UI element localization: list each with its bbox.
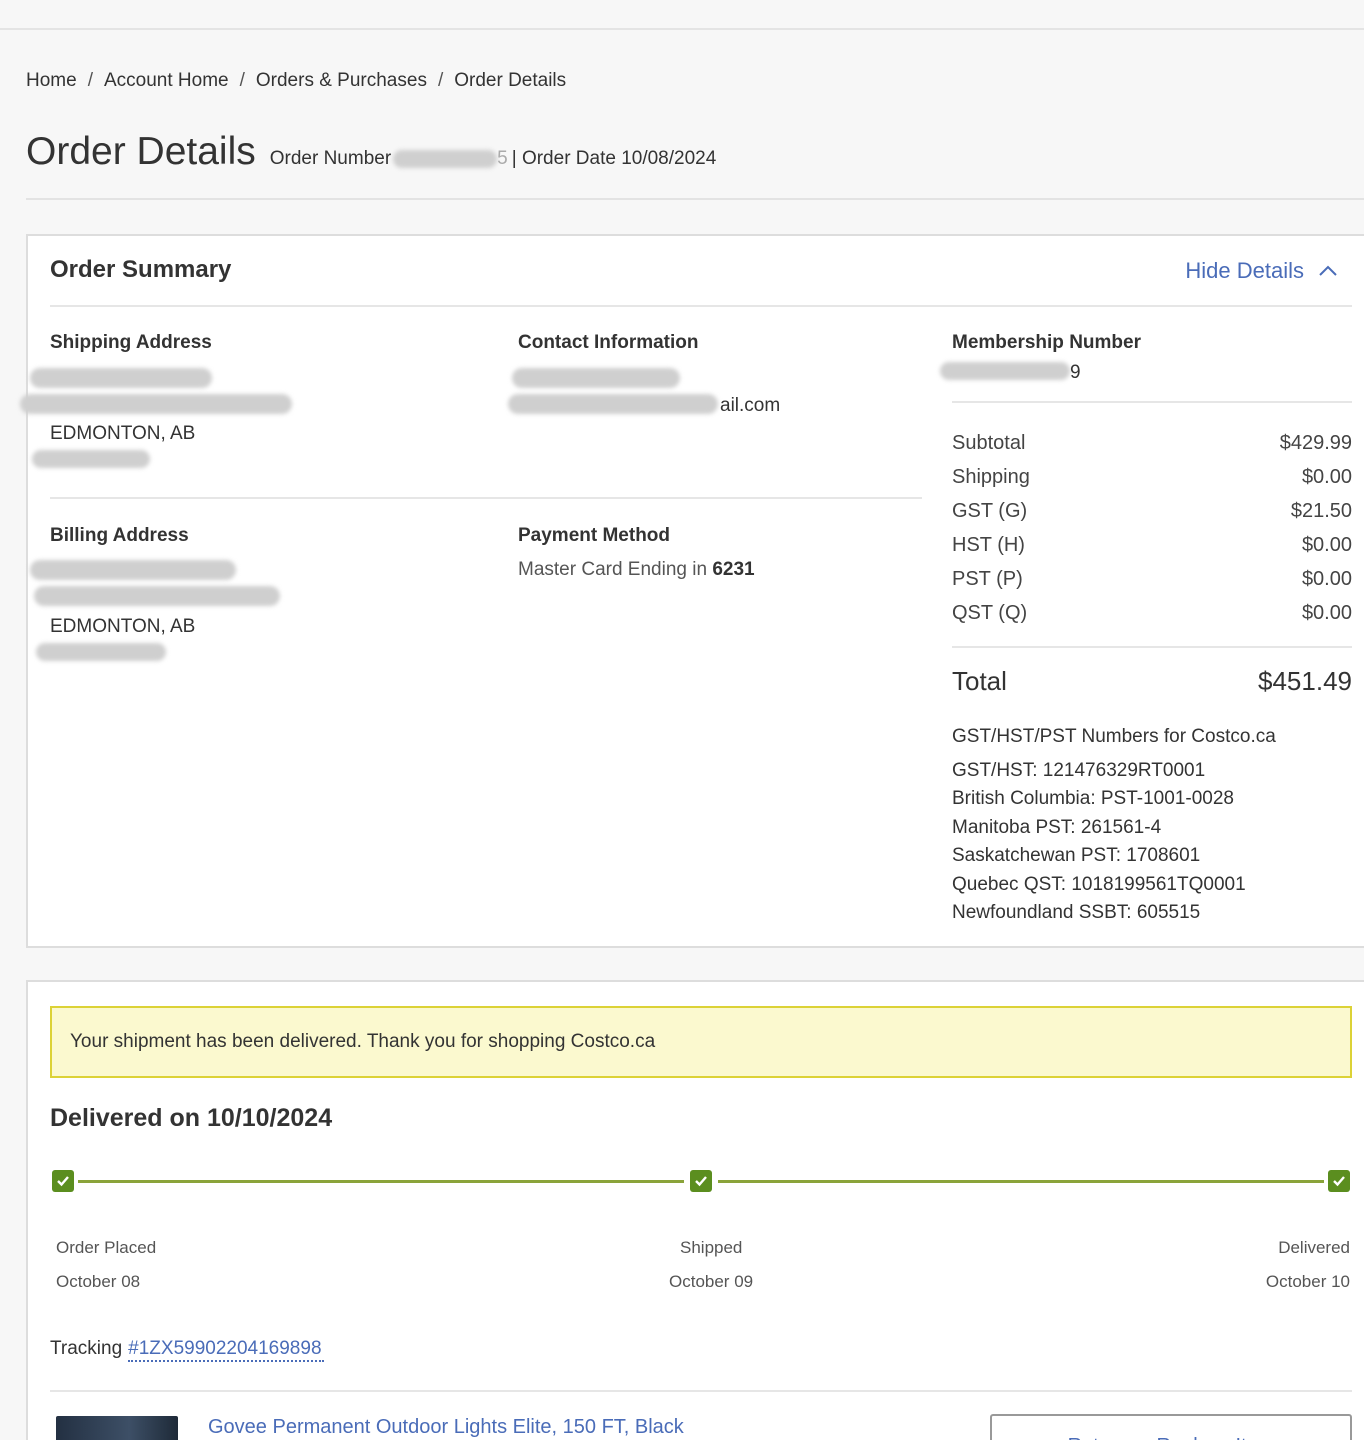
total-value: $0.00 — [1301, 567, 1352, 590]
total-value: $0.00 — [1301, 601, 1352, 624]
page-header: Order Details Order Number 5 | Order Dat… — [26, 130, 716, 174]
redacted-contact-email — [508, 394, 718, 414]
progress-line — [718, 1180, 1324, 1183]
redacted-membership-number — [940, 362, 1070, 380]
step-date-order-placed: October 08 — [56, 1272, 141, 1291]
grand-total-row: Total $451.49 — [952, 666, 1352, 697]
return-replace-button[interactable]: Return or Replace Item — [990, 1414, 1352, 1440]
tracking-label: Tracking — [50, 1338, 123, 1359]
breadcrumb-account-home[interactable]: Account Home — [104, 70, 229, 92]
breadcrumb-separator: / — [239, 70, 245, 91]
breadcrumb-home[interactable]: Home — [26, 70, 77, 92]
card-last4: 6231 — [712, 559, 755, 580]
total-value: $0.00 — [1301, 465, 1352, 488]
tax-number-line: GST/HST: 121476329RT0001 — [952, 759, 1206, 781]
shipping-row: Shipping $0.00 — [952, 460, 1352, 494]
total-value: $429.99 — [1279, 431, 1352, 454]
membership-divider — [952, 401, 1352, 403]
header-divider — [26, 198, 1364, 200]
tax-numbers-heading: GST/HST/PST Numbers for Costco.ca — [952, 726, 1276, 747]
payment-method-label: Payment Method — [518, 525, 671, 546]
tax-numbers: GST/HST/PST Numbers for Costco.ca GST/HS… — [952, 723, 1276, 928]
step-check-icon — [52, 1170, 74, 1192]
breadcrumb-separator: / — [437, 70, 444, 91]
step-check-icon — [1328, 1170, 1350, 1192]
membership-number-suffix: 9 — [1070, 362, 1081, 383]
hide-details-toggle[interactable]: Hide Details — [1185, 258, 1338, 284]
total-value: $0.00 — [1301, 533, 1352, 556]
delivered-heading: Delivered on 10/10/2024 — [50, 1104, 333, 1132]
billing-address-label: Billing Address — [50, 525, 189, 546]
tax-number-line: Manitoba PST: 261561-4 — [952, 816, 1162, 838]
step-date-delivered: October 10 — [1265, 1272, 1350, 1291]
total-divider — [952, 646, 1352, 648]
order-summary-card: Order Summary Hide Details Shipping Addr… — [20, 234, 1364, 948]
shipment-card: Your shipment has been delivered. Thank … — [26, 980, 1364, 1440]
order-summary-heading: Order Summary — [50, 256, 232, 283]
breadcrumb-separator: / — [87, 70, 93, 91]
payment-method: Master Card Ending in 6231 — [518, 559, 755, 581]
tracking-row: Tracking #1ZX59902204169898 — [50, 1338, 325, 1362]
step-check-icon — [690, 1170, 712, 1192]
tax-number-line: Saskatchewan PST: 1708601 — [952, 845, 1201, 866]
grand-total-value: $451.49 — [1258, 666, 1352, 696]
redacted-shipping-postal — [32, 450, 150, 468]
tax-number-line: British Columbia: PST-1001-0028 — [952, 788, 1234, 809]
tracking-divider — [50, 1390, 1352, 1392]
subtotal-row: Subtotal $429.99 — [952, 426, 1352, 460]
hide-details-label: Hide Details — [1185, 258, 1304, 283]
order-number-label: Order Number — [269, 148, 392, 169]
step-label-shipped: Shipped — [680, 1238, 743, 1257]
redacted-billing-street — [34, 586, 280, 606]
gst-row: GST (G) $21.50 — [952, 494, 1352, 528]
membership-number-label: Membership Number — [952, 332, 1141, 353]
totals-list: Subtotal $429.99 Shipping $0.00 GST (G) $21… — [952, 426, 1352, 630]
breadcrumb-orders-purchases[interactable]: Orders & Purchases — [256, 70, 427, 92]
pst-row: PST (P) $0.00 — [952, 562, 1352, 596]
redacted-shipping-street — [20, 394, 292, 414]
breadcrumb-order-details: Order Details — [454, 70, 567, 91]
product-title-link[interactable]: Govee Permanent Outdoor Lights Elite, 15… — [208, 1416, 684, 1439]
order-number-suffix: 5 — [497, 148, 508, 169]
redacted-billing-name — [30, 560, 236, 580]
address-divider — [50, 497, 922, 499]
redacted-contact-name — [512, 368, 680, 388]
total-label: PST (P) — [952, 567, 1023, 590]
qst-row: QST (Q) $0.00 — [952, 596, 1352, 630]
delivery-alert: Your shipment has been delivered. Thank … — [50, 1006, 1352, 1078]
contact-email: ail.com — [720, 395, 781, 416]
shipping-address-label: Shipping Address — [50, 332, 212, 353]
total-value: $21.50 — [1290, 499, 1352, 522]
total-label: QST (Q) — [952, 601, 1028, 624]
redacted-order-number — [393, 150, 498, 168]
total-label: GST (G) — [952, 499, 1028, 522]
chevron-up-icon — [1319, 265, 1337, 276]
tax-number-line: Newfoundland SSBT: 605515 — [952, 902, 1201, 923]
step-label-order-placed: Order Placed — [56, 1238, 157, 1257]
order-meta: Order Number 5 | Order Date 10/08/2024 — [270, 148, 717, 170]
progress-line — [78, 1180, 684, 1183]
total-label: HST (H) — [952, 533, 1025, 556]
tax-number-line: Quebec QST: 1018199561TQ0001 — [952, 873, 1246, 895]
payment-method-text: Master Card Ending in — [518, 559, 708, 580]
summary-divider — [50, 305, 1352, 307]
top-bar — [0, 0, 1364, 30]
step-label-delivered: Delivered — [1278, 1238, 1350, 1257]
total-label: Shipping — [952, 465, 1030, 488]
redacted-billing-postal — [36, 643, 166, 661]
hst-row: HST (H) $0.00 — [952, 528, 1352, 562]
redacted-shipping-name — [30, 368, 212, 388]
contact-info-label: Contact Information — [518, 332, 699, 353]
tracking-number-link[interactable]: #1ZX59902204169898 — [128, 1338, 325, 1362]
billing-city: EDMONTON, AB — [50, 616, 196, 637]
step-date-shipped: October 09 — [669, 1272, 754, 1291]
total-label: Subtotal — [952, 431, 1026, 454]
order-date: | Order Date 10/08/2024 — [511, 148, 717, 169]
shipping-city: EDMONTON, AB — [50, 423, 196, 444]
page-title: Order Details — [26, 130, 256, 173]
grand-total-label: Total — [952, 666, 1007, 696]
product-thumbnail[interactable] — [56, 1416, 178, 1440]
breadcrumb: Home / Account Home / Orders & Purchases… — [26, 70, 566, 92]
